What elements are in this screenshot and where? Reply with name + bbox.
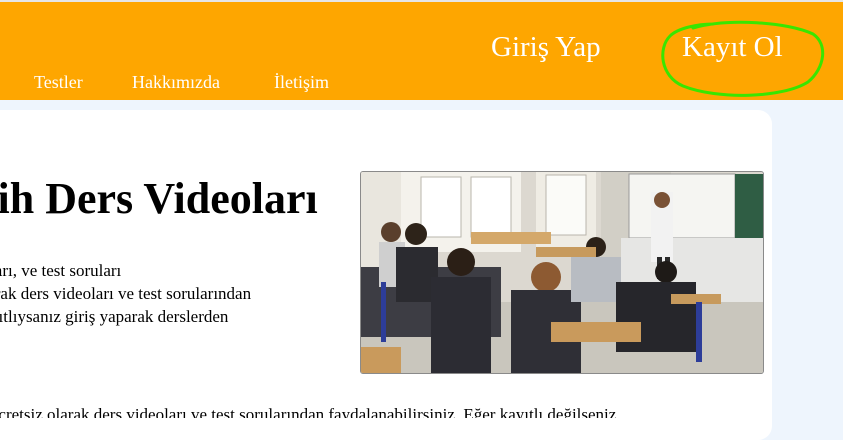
nav-item-contact[interactable]: İletişim [274,72,329,93]
nav-item-about[interactable]: Hakkımızda [132,72,220,93]
nav-item-tests[interactable]: Testler [34,72,83,93]
intro-line: kayıtlıysanız giriş yaparak derslerden [0,307,229,326]
intro-line: eoları, ve test soruları [0,261,122,280]
register-link[interactable]: Kayıt Ol [682,31,783,64]
login-link[interactable]: Giriş Yap [491,31,601,64]
classroom-photo [360,171,764,374]
bottom-paragraph: r ücretsiz olarak ders videoları ve test… [0,405,617,418]
intro-paragraph: eoları, ve test soruları olarak ders vid… [0,259,334,328]
page-heading: rih Ders Videoları [0,174,318,223]
classroom-image [361,172,763,373]
header-top-border [0,0,843,2]
intro-line: olarak ders videoları ve test sorularınd… [0,284,252,303]
